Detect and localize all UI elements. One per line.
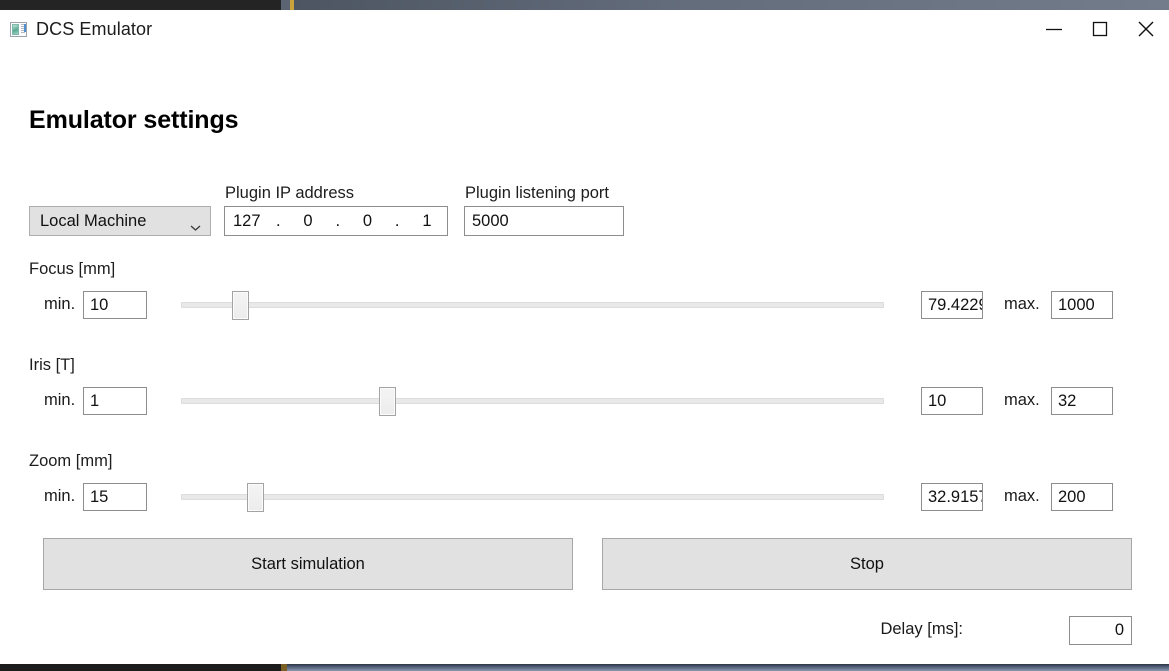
min-label-iris: min. [44, 391, 76, 409]
plugin-ip-input[interactable]: 127 . 0 . 0 . 1 [224, 206, 448, 236]
delay-value: 0 [1114, 621, 1124, 639]
parameter-row-zoom: min. 15 32.9157 max. 200 [29, 482, 1139, 512]
parameter-row-iris: min. 1 10 max. 32 [29, 386, 1139, 416]
machine-select[interactable]: Local Machine [29, 206, 211, 236]
max-label-focus: max. [1004, 295, 1040, 313]
max-label-iris: max. [1004, 391, 1040, 409]
ip-separator-1: . [275, 211, 281, 230]
client-area: Emulator settings Local Machine Plugin I… [0, 48, 1169, 664]
slider-thumb-focus[interactable] [231, 291, 249, 320]
parameter-block-focus: Focus [mm] min. 10 79.4229 max. 1000 [29, 260, 1139, 320]
background-gradient-segment [294, 0, 1169, 10]
icon-image-area [12, 23, 19, 35]
maximize-icon[interactable] [1077, 10, 1123, 48]
page-title: Emulator settings [29, 106, 239, 134]
max-input-focus[interactable]: 1000 [1051, 291, 1113, 319]
machine-select-value: Local Machine [40, 211, 147, 230]
slider-thumb-zoom[interactable] [246, 483, 264, 512]
window-title: DCS Emulator [36, 18, 153, 39]
slider-thumb-iris[interactable] [378, 387, 396, 416]
background-window-bottom-strip [0, 664, 1169, 671]
chevron-down-icon [190, 218, 201, 231]
ip-separator-2: . [335, 211, 341, 230]
ip-octet-4: 1 [422, 211, 432, 230]
min-label-focus: min. [44, 295, 76, 313]
min-label-zoom: min. [44, 487, 76, 505]
parameter-block-iris: Iris [T] min. 1 10 max. 32 [29, 356, 1139, 416]
current-value-input-iris[interactable]: 10 [921, 387, 983, 415]
current-value-iris: 10 [928, 391, 947, 410]
background-bottom-dark [0, 664, 281, 671]
min-value-iris: 1 [90, 391, 100, 410]
title-bar: DCS Emulator [0, 10, 1169, 48]
max-value-zoom: 200 [1058, 487, 1086, 506]
min-input-iris[interactable]: 1 [83, 387, 147, 415]
parameter-block-zoom: Zoom [mm] min. 15 32.9157 max. 200 [29, 452, 1139, 512]
icon-accent-bar [24, 23, 26, 32]
current-value-zoom: 32.9157 [928, 487, 983, 506]
delay-input[interactable]: 0 [1069, 616, 1132, 645]
min-input-focus[interactable]: 10 [83, 291, 147, 319]
parameter-title-iris: Iris [T] [29, 356, 75, 374]
max-label-zoom: max. [1004, 487, 1040, 505]
background-bottom-gradient [287, 664, 1169, 671]
current-value-focus: 79.4229 [928, 295, 983, 314]
min-value-focus: 10 [90, 295, 109, 314]
delay-label: Delay [ms]: [880, 620, 963, 638]
slider-iris[interactable] [181, 386, 884, 416]
plugin-port-label: Plugin listening port [465, 184, 610, 202]
window-controls [1031, 10, 1169, 48]
ip-separator-3: . [394, 211, 400, 230]
slider-track-iris[interactable] [181, 398, 884, 404]
background-bottom-accent [281, 664, 287, 671]
max-value-focus: 1000 [1058, 295, 1095, 314]
ip-octet-2: 0 [303, 211, 313, 230]
ip-octet-1: 127 [233, 211, 261, 230]
start-simulation-button[interactable]: Start simulation [43, 538, 573, 590]
slider-track-focus[interactable] [181, 302, 884, 308]
slider-track-zoom[interactable] [181, 494, 884, 500]
slider-zoom[interactable] [181, 482, 884, 512]
plugin-port-value: 5000 [472, 211, 509, 230]
parameter-title-focus: Focus [mm] [29, 260, 116, 278]
max-value-iris: 32 [1058, 391, 1077, 410]
slider-focus[interactable] [181, 290, 884, 320]
current-value-input-zoom[interactable]: 32.9157 [921, 483, 983, 511]
application-window-icon [10, 21, 27, 37]
dcs-emulator-window: DCS Emulator Emulator settings Local Mac… [0, 10, 1169, 664]
close-icon[interactable] [1123, 10, 1169, 48]
parameter-row-focus: min. 10 79.4229 max. 1000 [29, 290, 1139, 320]
current-value-input-focus[interactable]: 79.4229 [921, 291, 983, 319]
min-input-zoom[interactable]: 15 [83, 483, 147, 511]
background-window-top-strip [0, 0, 1169, 10]
ip-octet-3: 0 [362, 211, 373, 230]
max-input-zoom[interactable]: 200 [1051, 483, 1113, 511]
plugin-port-input[interactable]: 5000 [464, 206, 624, 236]
min-value-zoom: 15 [90, 487, 109, 506]
background-dark-segment [0, 0, 281, 10]
parameter-title-zoom: Zoom [mm] [29, 452, 113, 470]
plugin-ip-label: Plugin IP address [225, 184, 355, 202]
stop-button[interactable]: Stop [602, 538, 1132, 590]
minimize-icon[interactable] [1031, 10, 1077, 48]
max-input-iris[interactable]: 32 [1051, 387, 1113, 415]
